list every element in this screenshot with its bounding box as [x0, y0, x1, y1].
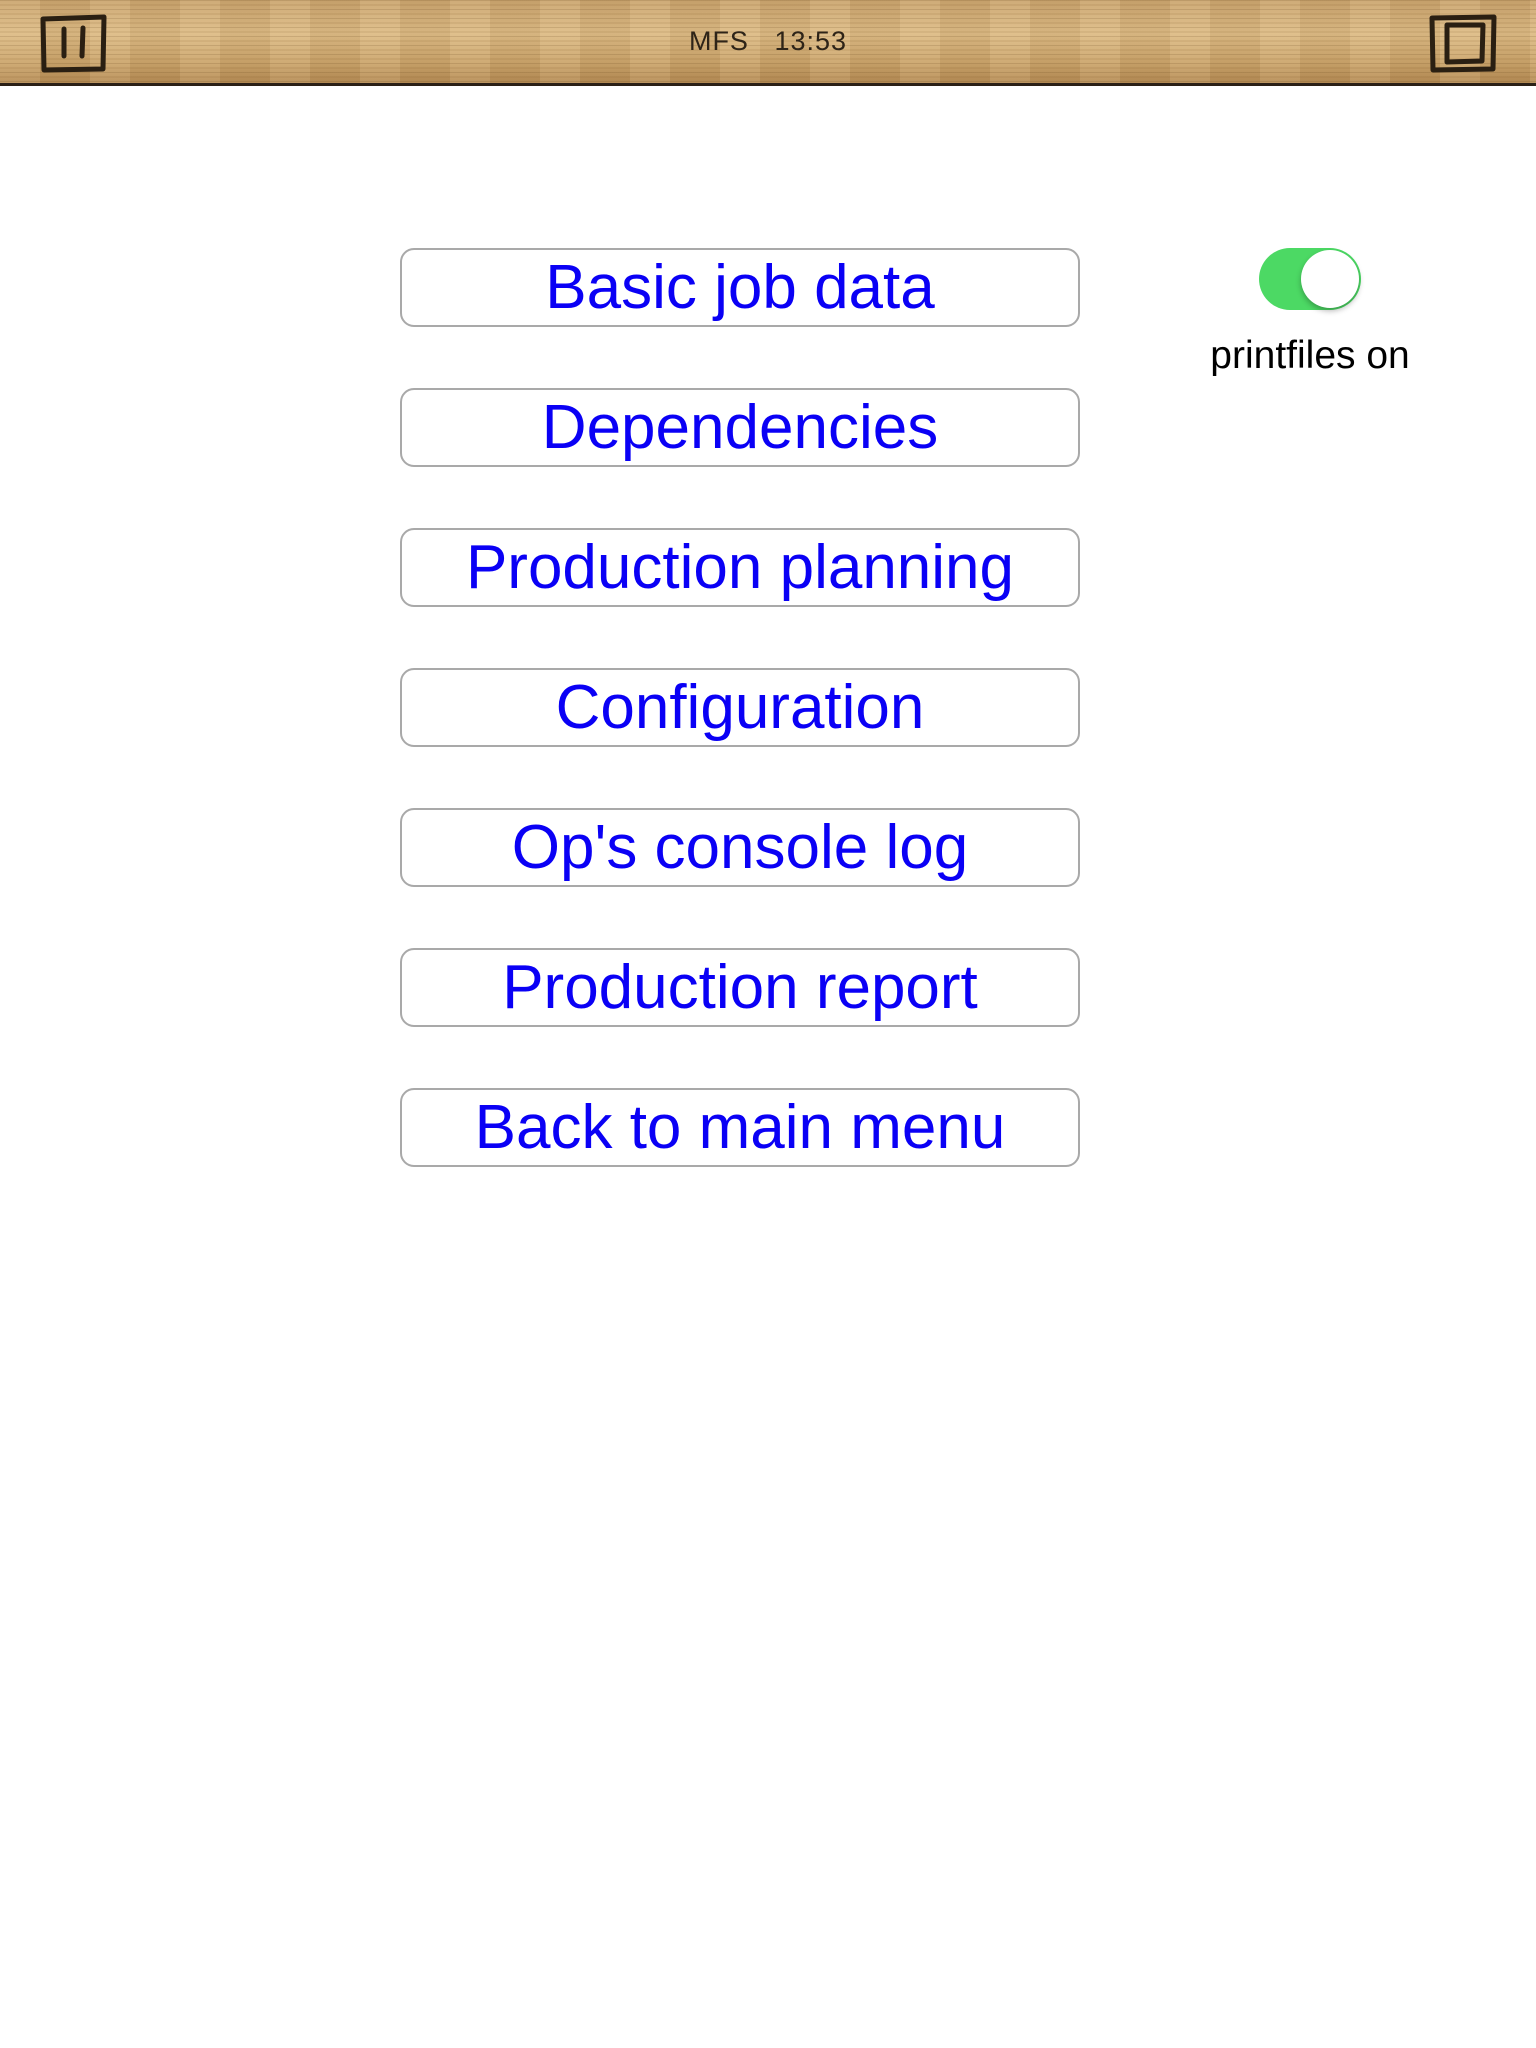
toggle-knob	[1301, 250, 1359, 308]
dependencies-button[interactable]: Dependencies	[400, 388, 1080, 467]
top-bar: MFS 13:53	[0, 0, 1536, 86]
status-title: MFS 13:53	[688, 26, 848, 56]
back-to-main-menu-button[interactable]: Back to main menu	[400, 1088, 1080, 1167]
production-planning-button[interactable]: Production planning	[400, 528, 1080, 607]
production-report-button[interactable]: Production report	[400, 948, 1080, 1027]
configuration-button[interactable]: Configuration	[400, 668, 1080, 747]
printfiles-toggle[interactable]	[1259, 248, 1361, 310]
printfiles-label: printfiles on	[1210, 334, 1410, 377]
ops-console-log-button[interactable]: Op's console log	[400, 808, 1080, 887]
basic-job-data-button[interactable]: Basic job data	[400, 248, 1080, 327]
window-icon[interactable]	[1428, 12, 1498, 74]
